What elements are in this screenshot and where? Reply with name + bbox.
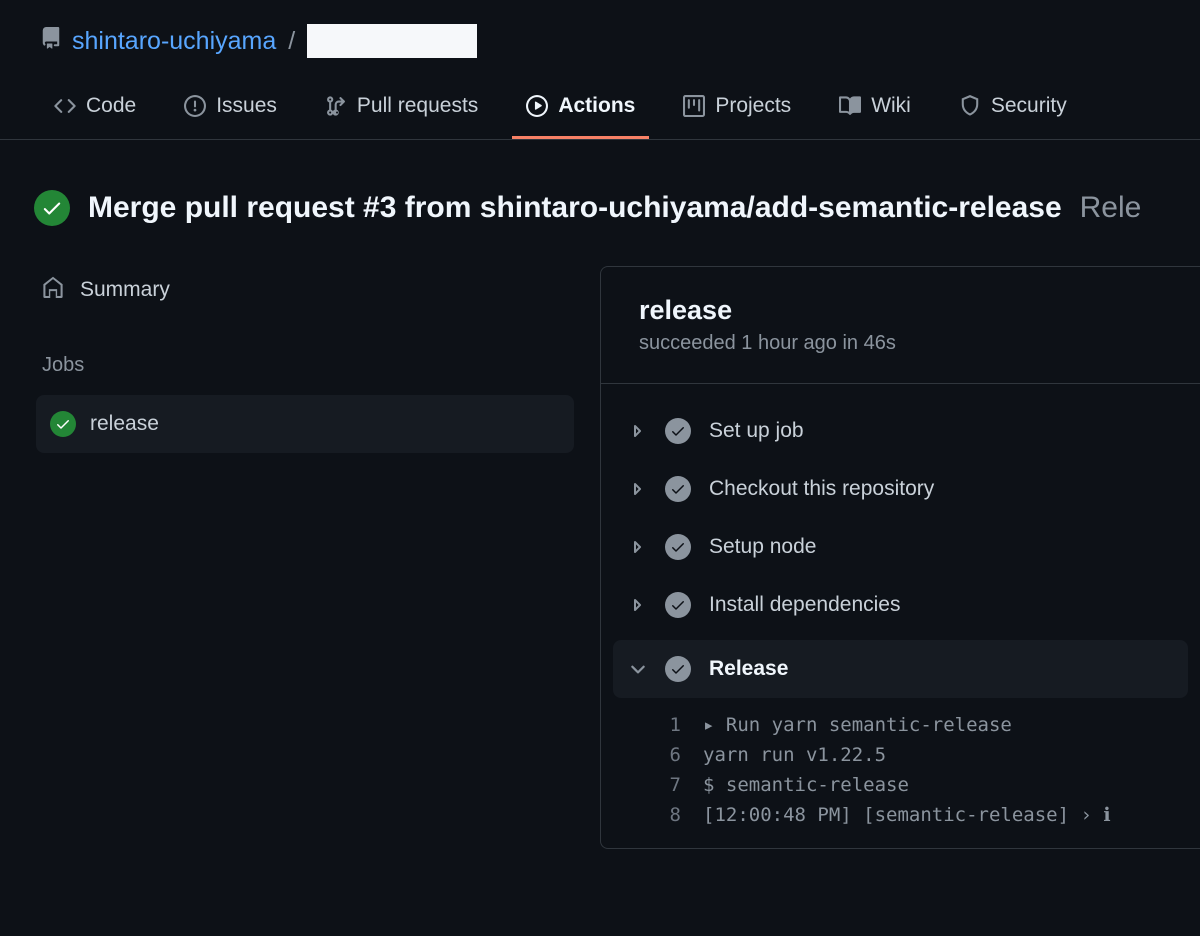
tab-label: Wiki <box>871 94 911 118</box>
breadcrumb-repo-redacted <box>307 24 477 58</box>
breadcrumb: shintaro-uchiyama / <box>0 0 1200 76</box>
sidebar-item-job-release[interactable]: release <box>36 395 574 453</box>
wiki-icon <box>839 95 861 117</box>
chevron-right-icon <box>629 423 647 439</box>
log-line-number: 1 <box>651 714 681 736</box>
workflow-run-header: Merge pull request #3 from shintaro-uchi… <box>0 140 1200 246</box>
sidebar-item-summary[interactable]: Summary <box>36 266 574 314</box>
chevron-right-icon <box>629 539 647 555</box>
security-icon <box>959 95 981 117</box>
log-line-number: 6 <box>651 744 681 766</box>
step-log: 1 ▸ Run yarn semantic-release 6 yarn run… <box>601 698 1200 830</box>
projects-icon <box>683 95 705 117</box>
log-line-text: [12:00:48 PM] [semantic-release] › ℹ <box>703 804 1200 826</box>
step-label: Install dependencies <box>709 593 900 617</box>
job-subtitle: succeeded 1 hour ago in 46s <box>639 332 1162 355</box>
code-icon <box>54 95 76 117</box>
status-success-icon <box>665 418 691 444</box>
job-steps-list: Set up job Checkout this repository Se <box>601 384 1200 848</box>
workflow-title: Merge pull request #3 from shintaro-uchi… <box>88 191 1062 225</box>
step-label: Checkout this repository <box>709 477 934 501</box>
pull-request-icon <box>325 95 347 117</box>
tab-pulls[interactable]: Pull requests <box>311 76 492 139</box>
chevron-down-icon <box>629 660 647 678</box>
sidebar-section-jobs: Jobs <box>36 314 574 395</box>
job-panel: release succeeded 1 hour ago in 46s Set … <box>600 266 1200 849</box>
tab-label: Issues <box>216 94 277 118</box>
tab-actions[interactable]: Actions <box>512 76 649 139</box>
step-label: Setup node <box>709 535 816 559</box>
step-release[interactable]: Release <box>613 640 1188 698</box>
log-line-text: yarn run v1.22.5 <box>703 744 1200 766</box>
tab-label: Actions <box>558 94 635 118</box>
actions-icon <box>526 95 548 117</box>
tab-issues[interactable]: Issues <box>170 76 291 139</box>
log-line-number: 8 <box>651 804 681 826</box>
home-icon <box>42 276 64 304</box>
tab-code[interactable]: Code <box>40 76 150 139</box>
status-success-icon <box>665 476 691 502</box>
step-setup-node[interactable]: Setup node <box>601 518 1200 576</box>
log-line-text: ▸ Run yarn semantic-release <box>703 714 1200 736</box>
tab-label: Code <box>86 94 136 118</box>
step-setup-job[interactable]: Set up job <box>601 402 1200 460</box>
tab-wiki[interactable]: Wiki <box>825 76 925 139</box>
log-line[interactable]: 1 ▸ Run yarn semantic-release <box>651 710 1200 740</box>
step-label: Set up job <box>709 419 804 443</box>
issue-icon <box>184 95 206 117</box>
log-line-text: $ semantic-release <box>703 774 1200 796</box>
chevron-right-icon <box>629 481 647 497</box>
log-line[interactable]: 8 [12:00:48 PM] [semantic-release] › ℹ <box>651 800 1200 830</box>
tab-projects[interactable]: Projects <box>669 76 805 139</box>
status-success-icon <box>50 411 76 437</box>
repo-icon <box>40 27 62 56</box>
tab-security[interactable]: Security <box>945 76 1081 139</box>
sidebar-item-label: release <box>90 412 159 436</box>
step-checkout[interactable]: Checkout this repository <box>601 460 1200 518</box>
log-line-number: 7 <box>651 774 681 796</box>
tab-label: Pull requests <box>357 94 478 118</box>
step-install[interactable]: Install dependencies <box>601 576 1200 634</box>
repo-tabnav: Code Issues Pull requests Actions Projec… <box>0 76 1200 140</box>
status-success-icon <box>665 592 691 618</box>
log-line[interactable]: 6 yarn run v1.22.5 <box>651 740 1200 770</box>
breadcrumb-separator: / <box>288 27 295 56</box>
sidebar-item-label: Summary <box>80 278 170 302</box>
chevron-right-icon <box>629 597 647 613</box>
log-line[interactable]: 7 $ semantic-release <box>651 770 1200 800</box>
tab-label: Security <box>991 94 1067 118</box>
tab-label: Projects <box>715 94 791 118</box>
status-success-icon <box>665 656 691 682</box>
status-success-icon <box>34 190 70 226</box>
status-success-icon <box>665 534 691 560</box>
workflow-sidebar: Summary Jobs release <box>10 266 600 849</box>
job-title: release <box>639 295 1162 326</box>
workflow-title-suffix: Rele <box>1080 191 1142 225</box>
breadcrumb-owner-link[interactable]: shintaro-uchiyama <box>72 27 276 56</box>
step-label: Release <box>709 657 788 681</box>
job-header: release succeeded 1 hour ago in 46s <box>601 267 1200 384</box>
